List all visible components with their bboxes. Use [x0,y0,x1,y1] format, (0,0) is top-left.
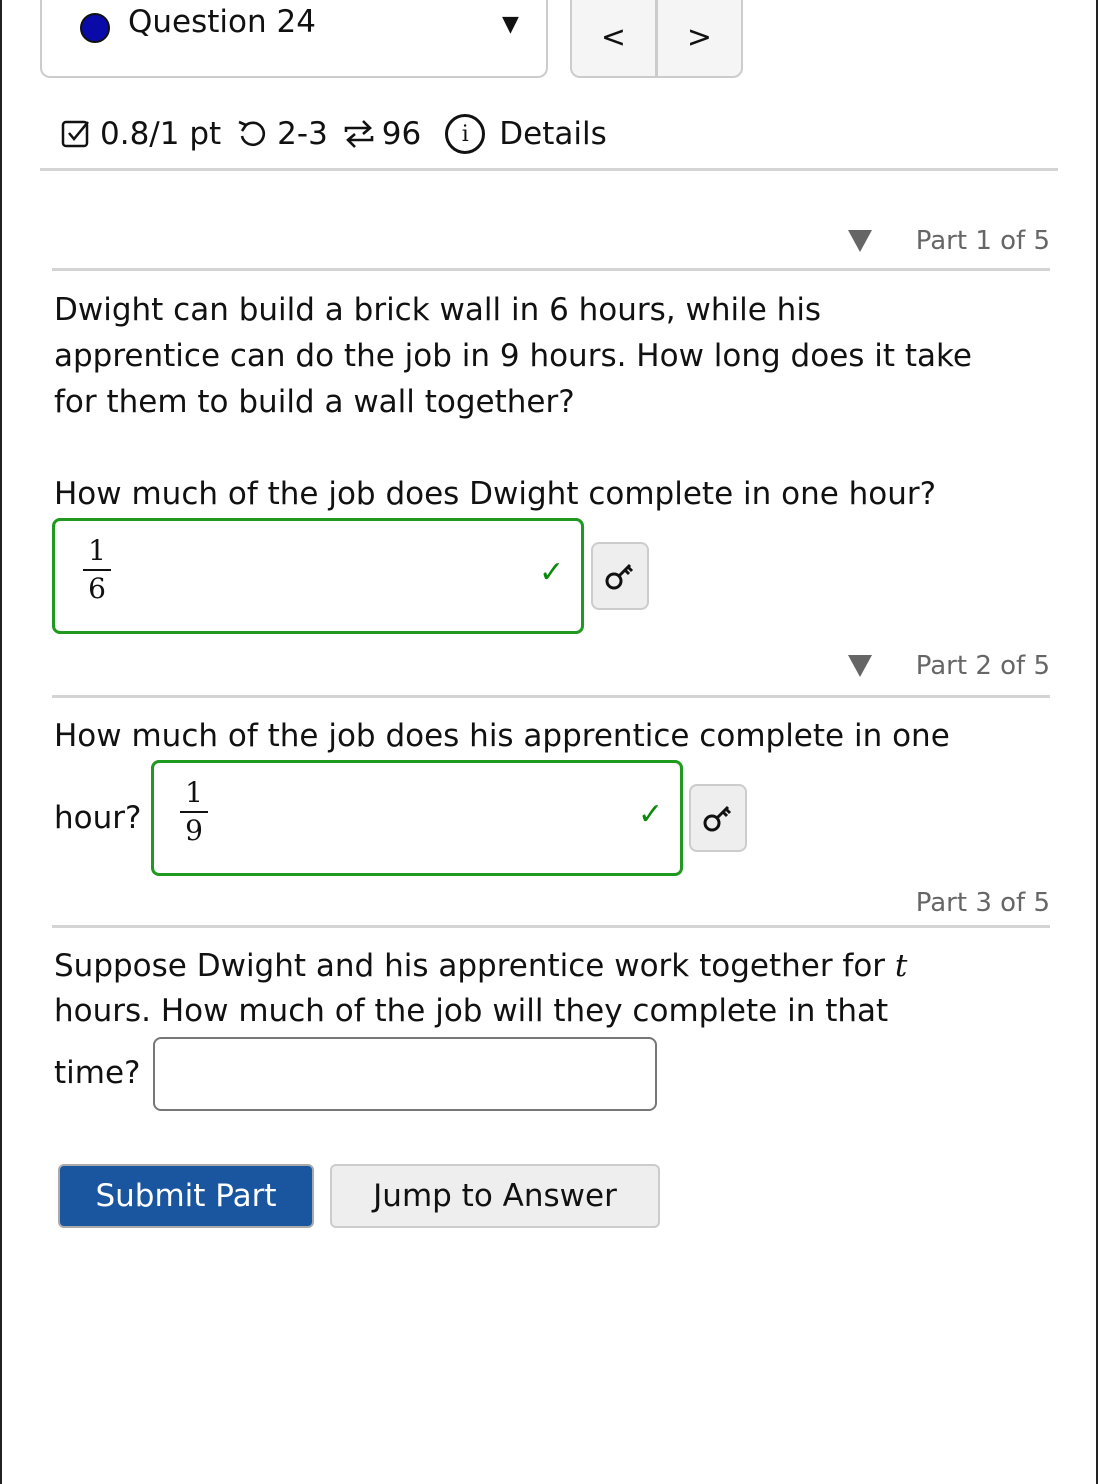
part-3-header: Part 3 of 5 [916,888,1050,918]
jump-to-answer-button[interactable]: Jump to Answer [330,1164,660,1228]
denominator: 9 [185,814,203,847]
collapse-triangle-icon[interactable] [847,230,872,252]
question-nav: < > [570,0,743,78]
variable-t: t [894,948,908,984]
part-1-label: Part 1 of 5 [915,226,1050,256]
info-icon[interactable]: i [445,114,486,154]
score-text: 0.8/1 pt [100,116,222,152]
question-selector[interactable]: Question 24 ▼ [40,0,548,78]
denominator: 6 [88,572,106,605]
part-1-divider [52,268,1050,271]
correct-check-icon: ✓ [638,797,664,832]
status-dot-icon [80,13,110,43]
part-3-divider [52,925,1050,928]
correct-check-icon: ✓ [539,555,565,590]
part-1-header: Part 1 of 5 [847,226,1050,256]
details-link[interactable]: Details [499,116,606,152]
part-1-answer-input[interactable]: 1 6 ✓ [52,518,584,634]
retries-text: 96 [381,116,422,152]
dropdown-caret-icon: ▼ [502,12,519,37]
frame-border-left [0,0,2,1484]
part-1-question: How much of the job does Dwight complete… [54,476,937,512]
part-2-answer-fraction: 1 9 [180,777,208,847]
fraction-bar [83,569,111,571]
part-3-answer-input[interactable] [153,1037,657,1111]
part-2-answer-input[interactable]: 1 9 ✓ [151,760,683,876]
key-icon [605,563,634,590]
part-3-label: Part 3 of 5 [915,888,1050,918]
repeat-icon [342,116,376,152]
problem-line-3: for them to build a wall together? [54,384,575,420]
collapse-triangle-icon[interactable] [847,655,872,677]
numerator: 1 [88,534,106,567]
problem-statement: Dwight can build a brick wall in 6 hours… [54,287,1054,425]
question-meta: 0.8/1 pt 2-3 96 i Details [60,114,607,154]
part-3-question-line-1: Suppose Dwight and his apprentice work t… [54,943,1054,989]
problem-line-2: apprentice can do the job in 9 hours. Ho… [54,338,972,374]
part-3-question-line-2: hours. How much of the job will they com… [54,993,889,1029]
answer-key-button[interactable] [591,542,649,610]
part-2-question-line-1: How much of the job does his apprentice … [54,718,950,754]
header-divider [40,168,1058,171]
checkbox-icon [60,118,92,150]
part-2-header: Part 2 of 5 [847,651,1050,681]
part-1-answer-fraction: 1 6 [83,535,111,605]
undo-icon [235,117,269,151]
question-title: Question 24 [128,4,316,40]
part-2-divider [52,695,1050,698]
problem-line-1: Dwight can build a brick wall in 6 hours… [54,292,822,328]
answer-key-button[interactable] [689,784,747,852]
submit-part-button[interactable]: Submit Part [58,1164,314,1228]
fraction-bar [180,811,208,813]
attempts-text: 2-3 [277,116,328,152]
part-3-question-text: Suppose Dwight and his apprentice work t… [54,948,895,984]
part-2-label: Part 2 of 5 [915,651,1050,681]
next-question-button[interactable]: > [658,0,741,76]
key-icon [703,805,732,832]
numerator: 1 [185,776,203,809]
prev-question-button[interactable]: < [572,0,655,76]
